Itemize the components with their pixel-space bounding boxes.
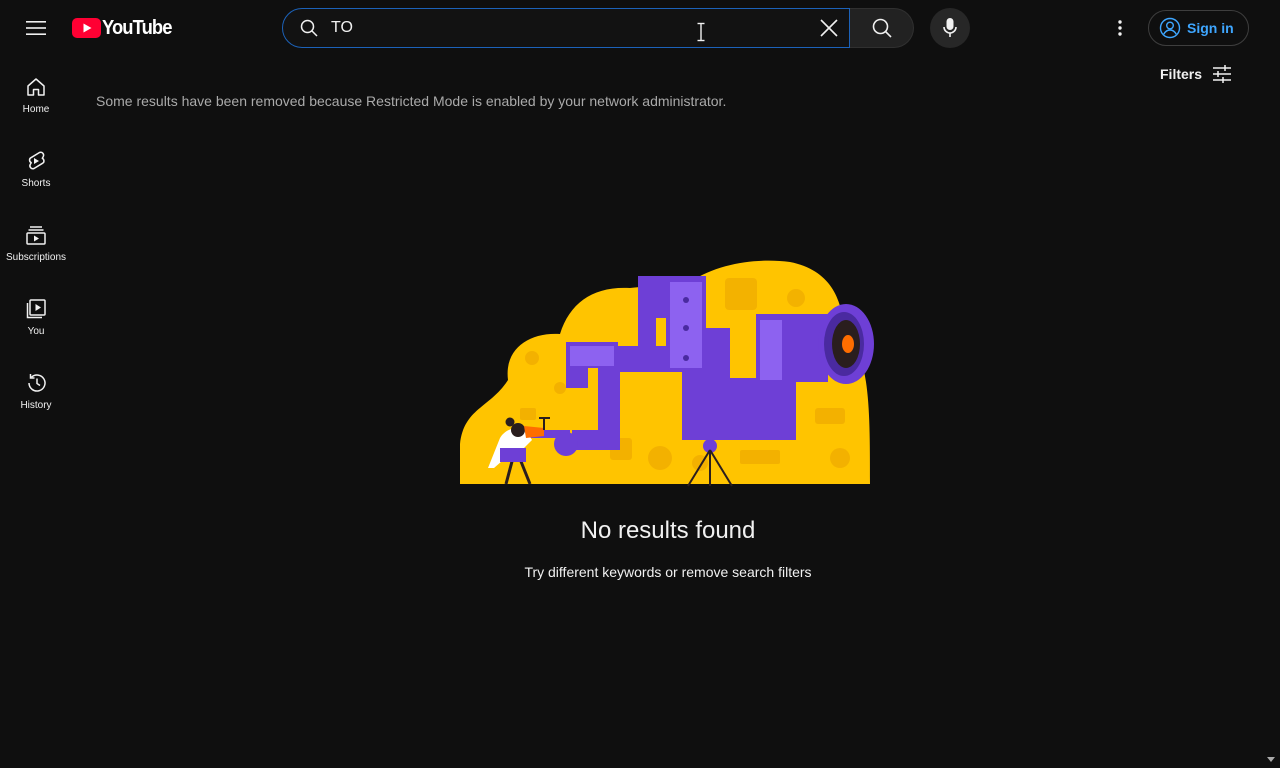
guide-item-label: Shorts xyxy=(21,178,51,189)
settings-more-button[interactable] xyxy=(1100,8,1140,48)
hamburger-menu-icon xyxy=(26,21,46,35)
no-results-subtitle: Try different keywords or remove search … xyxy=(524,564,812,580)
tune-icon xyxy=(1213,65,1232,83)
search-icon xyxy=(299,18,319,38)
filters-label: Filters xyxy=(1160,66,1203,82)
search-button[interactable] xyxy=(850,8,914,48)
guide-item-label: Subscriptions xyxy=(5,252,67,263)
sign-in-button[interactable]: Sign in xyxy=(1148,10,1249,46)
subscriptions-icon xyxy=(26,226,46,245)
guide-item-label: History xyxy=(20,400,52,411)
guide-item-label: Home xyxy=(22,104,50,115)
guide-item-home[interactable]: Home xyxy=(4,60,68,134)
clear-search-button[interactable] xyxy=(809,8,849,48)
sign-in-label: Sign in xyxy=(1187,20,1234,36)
no-results-title: No results found xyxy=(580,517,756,544)
account-circle-icon xyxy=(1159,17,1181,39)
logo-wordmark: YouTube xyxy=(102,16,172,39)
restricted-mode-notice: Some results have been removed because R… xyxy=(96,93,727,109)
scroll-down-arrow-icon[interactable] xyxy=(1266,756,1276,764)
search-filters-button[interactable]: Filters xyxy=(1152,56,1240,92)
you-icon xyxy=(26,299,46,319)
youtube-play-icon xyxy=(72,18,101,38)
guide-item-history[interactable]: History xyxy=(4,356,68,430)
shorts-icon xyxy=(28,151,45,170)
search-input[interactable] xyxy=(331,9,809,47)
microphone-icon xyxy=(943,18,957,37)
mini-guide: Home Shorts Subscriptions You History xyxy=(0,56,72,768)
close-icon xyxy=(820,19,838,37)
masthead: YouTube TO Sign in xyxy=(0,0,1280,56)
guide-item-label: You xyxy=(27,326,45,337)
search-icon xyxy=(872,18,892,38)
guide-item-you[interactable]: You xyxy=(4,282,68,356)
text-cursor-icon xyxy=(697,22,705,42)
voice-search-button[interactable] xyxy=(930,8,970,48)
guide-menu-button[interactable] xyxy=(16,8,56,48)
search-box[interactable] xyxy=(282,8,850,48)
home-icon xyxy=(27,78,45,96)
guide-item-subscriptions[interactable]: Subscriptions xyxy=(4,208,68,282)
history-icon xyxy=(28,374,46,392)
youtube-logo[interactable]: YouTube xyxy=(72,16,178,40)
guide-item-shorts[interactable]: Shorts xyxy=(4,134,68,208)
more-vert-icon xyxy=(1118,20,1122,36)
no-results-illustration xyxy=(460,260,874,487)
